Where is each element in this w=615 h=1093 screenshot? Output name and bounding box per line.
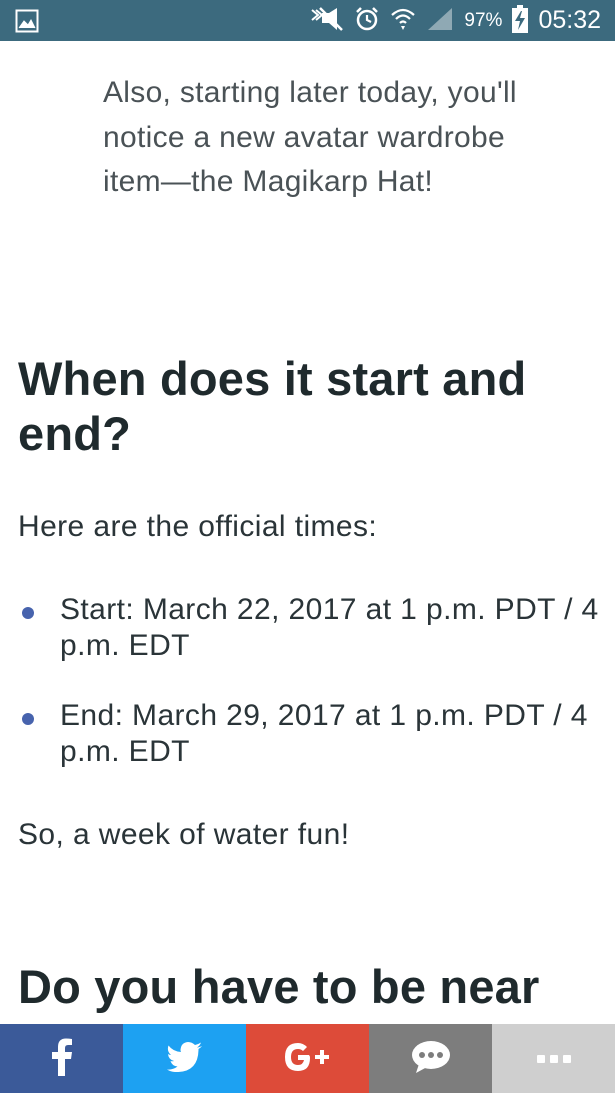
google-plus-icon bbox=[282, 1040, 334, 1078]
sms-share-button[interactable] bbox=[369, 1024, 492, 1093]
share-bar bbox=[0, 1024, 615, 1093]
list-item-text: End: March 29, 2017 at 1 p.m. PDT / 4 p.… bbox=[60, 699, 588, 768]
gallery-icon bbox=[15, 9, 39, 37]
bullet-icon bbox=[22, 607, 34, 619]
more-dots-icon bbox=[536, 1049, 571, 1068]
google-plus-share-button[interactable] bbox=[246, 1024, 369, 1093]
alarm-icon bbox=[354, 6, 380, 36]
facebook-icon bbox=[51, 1038, 73, 1080]
quote-paragraph: Also, starting later today, you'll notic… bbox=[103, 76, 517, 198]
signal-icon bbox=[426, 6, 454, 36]
closing-paragraph: So, a week of water fun! bbox=[18, 818, 350, 851]
battery-charging-icon bbox=[512, 4, 529, 37]
intro-paragraph: Here are the official times: bbox=[18, 510, 378, 543]
more-share-button[interactable] bbox=[492, 1024, 615, 1093]
twitter-share-button[interactable] bbox=[123, 1024, 246, 1093]
clock: 05:32 bbox=[538, 6, 601, 34]
article-content: Also, starting later today, you'll notic… bbox=[0, 41, 615, 1024]
bullet-icon bbox=[22, 713, 34, 725]
status-bar: 97% 05:32 bbox=[0, 0, 615, 41]
chat-bubble-icon bbox=[411, 1040, 451, 1078]
list-item-text: Start: March 22, 2017 at 1 p.m. PDT / 4 … bbox=[60, 593, 599, 662]
mute-icon bbox=[308, 6, 344, 36]
section-heading-start-end: When does it start and end? bbox=[18, 352, 527, 460]
wifi-icon bbox=[390, 6, 416, 36]
battery-percent: 97% bbox=[464, 9, 503, 31]
twitter-icon bbox=[166, 1041, 203, 1076]
section-heading-near: Do you have to be near bbox=[18, 960, 540, 1013]
facebook-share-button[interactable] bbox=[0, 1024, 123, 1093]
